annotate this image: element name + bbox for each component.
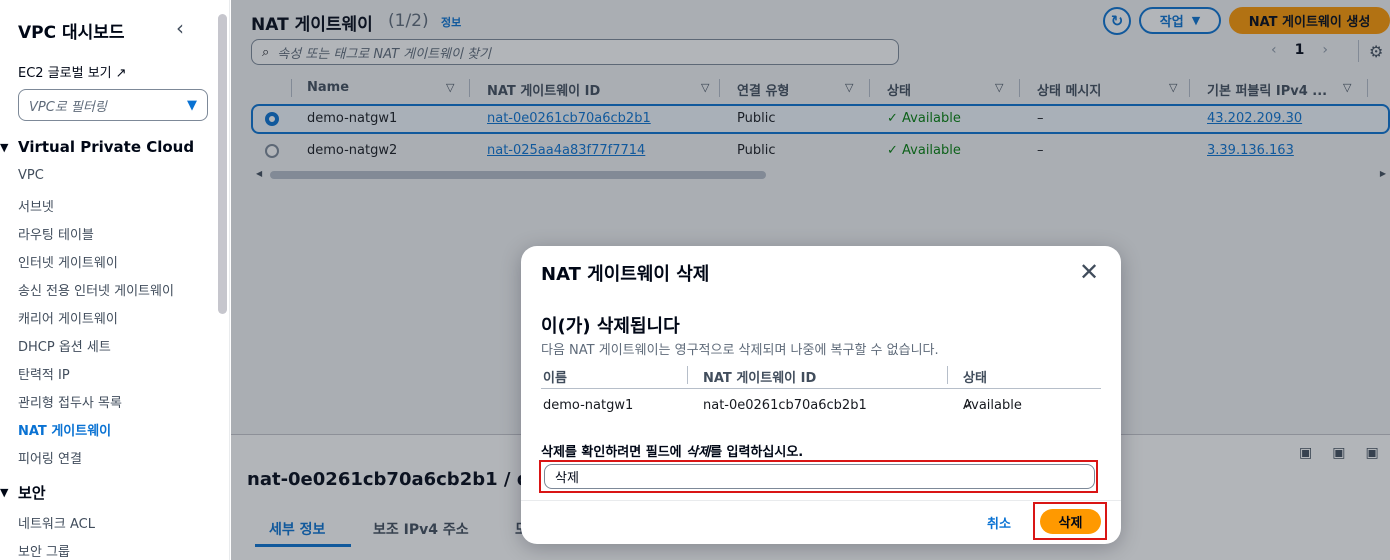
sidebar-item-internet-gateway[interactable]: 인터넷 게이트웨이 bbox=[18, 252, 118, 271]
section-virtual-private-cloud[interactable]: ▼ Virtual Private Cloud bbox=[0, 138, 194, 156]
confirm-suffix: 를 입력하십시오. bbox=[710, 445, 804, 460]
delete-button-highlight: 삭제 bbox=[1033, 502, 1107, 540]
sidebar-item-elastic-ip[interactable]: 탄력적 IP bbox=[18, 364, 70, 383]
sidebar-item-carrier-gateway[interactable]: 캐리어 게이트웨이 bbox=[18, 308, 118, 327]
delete-nat-gateway-modal: NAT 게이트웨이 삭제 ✕ 이(가) 삭제됩니다 다음 NAT 게이트웨이는 … bbox=[521, 246, 1121, 544]
modal-column-id: NAT 게이트웨이 ID bbox=[703, 371, 817, 386]
external-link-icon: ↗ bbox=[115, 66, 127, 81]
confirm-keyword: 삭제 bbox=[686, 445, 711, 460]
confirm-prefix: 삭제를 확인하려면 필드에 bbox=[541, 445, 687, 460]
divider bbox=[521, 500, 1121, 501]
sidebar-item-peering[interactable]: 피어링 연결 bbox=[18, 448, 82, 467]
sidebar-item-prefix-lists[interactable]: 관리형 접두사 목록 bbox=[18, 392, 122, 411]
modal-column-name: 이름 bbox=[543, 371, 567, 386]
modal-column-status: 상태 bbox=[963, 371, 987, 386]
warning-title: 이(가) 삭제됩니다 bbox=[541, 316, 680, 337]
confirm-input-highlight bbox=[539, 460, 1098, 493]
sidebar: VPC 대시보드 ‹ EC2 글로벌 보기 ↗ VPC로 필터링 ▼ ▼ Virtu… bbox=[0, 0, 230, 560]
sidebar-item-security-group[interactable]: 보안 그룹 bbox=[18, 541, 70, 560]
ec2-global-view-link[interactable]: EC2 글로벌 보기 ↗ bbox=[18, 62, 127, 81]
modal-table-header: 이름 NAT 게이트웨이 ID 상태 bbox=[541, 364, 1101, 389]
modal-row-id: nat-0e0261cb70a6cb2b1 bbox=[703, 398, 867, 413]
delete-button[interactable]: 삭제 bbox=[1040, 509, 1101, 534]
expand-icon: ▼ bbox=[0, 486, 9, 499]
modal-row-status-text: Available bbox=[963, 398, 1022, 413]
close-icon[interactable]: ✕ bbox=[1079, 258, 1099, 286]
cancel-button[interactable]: 취소 bbox=[987, 513, 1011, 532]
caret-down-icon: ▼ bbox=[187, 97, 197, 113]
modal-title: NAT 게이트웨이 삭제 bbox=[541, 264, 710, 285]
sidebar-item-dhcp-options[interactable]: DHCP 옵션 세트 bbox=[18, 336, 111, 355]
sidebar-scrollbar[interactable] bbox=[218, 14, 227, 314]
vpc-filter-select[interactable]: VPC로 필터링 ▼ bbox=[18, 89, 208, 121]
collapse-sidebar-icon[interactable]: ‹ bbox=[176, 16, 184, 40]
sidebar-item-route-table[interactable]: 라우팅 테이블 bbox=[18, 224, 94, 243]
divider bbox=[947, 366, 948, 384]
sidebar-item-subnet[interactable]: 서브넷 bbox=[18, 196, 54, 215]
section-label: 보안 bbox=[18, 484, 46, 502]
section-security[interactable]: ▼ 보안 bbox=[0, 482, 46, 503]
sidebar-item-vpc[interactable]: VPC bbox=[18, 168, 44, 183]
modal-table-row: demo-natgw1 nat-0e0261cb70a6cb2b1 ✓ Avai… bbox=[541, 398, 1101, 422]
section-label: Virtual Private Cloud bbox=[18, 138, 195, 156]
sidebar-item-egress-only-gateway[interactable]: 송신 전용 인터넷 게이트웨이 bbox=[18, 280, 174, 299]
warning-description: 다음 NAT 게이트웨이는 영구적으로 삭제되며 나중에 복구할 수 없습니다. bbox=[541, 343, 939, 358]
sidebar-title[interactable]: VPC 대시보드 bbox=[18, 18, 125, 43]
confirm-label: 삭제를 확인하려면 필드에 삭제를 입력하십시오. bbox=[541, 441, 803, 460]
vpc-filter-placeholder: VPC로 필터링 bbox=[29, 99, 107, 115]
divider bbox=[687, 366, 688, 384]
ec2-global-view-label: EC2 글로벌 보기 bbox=[18, 66, 112, 81]
confirm-delete-input[interactable] bbox=[544, 464, 1095, 489]
sidebar-item-network-acl[interactable]: 네트워크 ACL bbox=[18, 513, 95, 532]
modal-row-name: demo-natgw1 bbox=[543, 398, 634, 413]
sidebar-item-nat-gateway[interactable]: NAT 게이트웨이 bbox=[18, 420, 111, 439]
expand-icon: ▼ bbox=[0, 140, 9, 154]
